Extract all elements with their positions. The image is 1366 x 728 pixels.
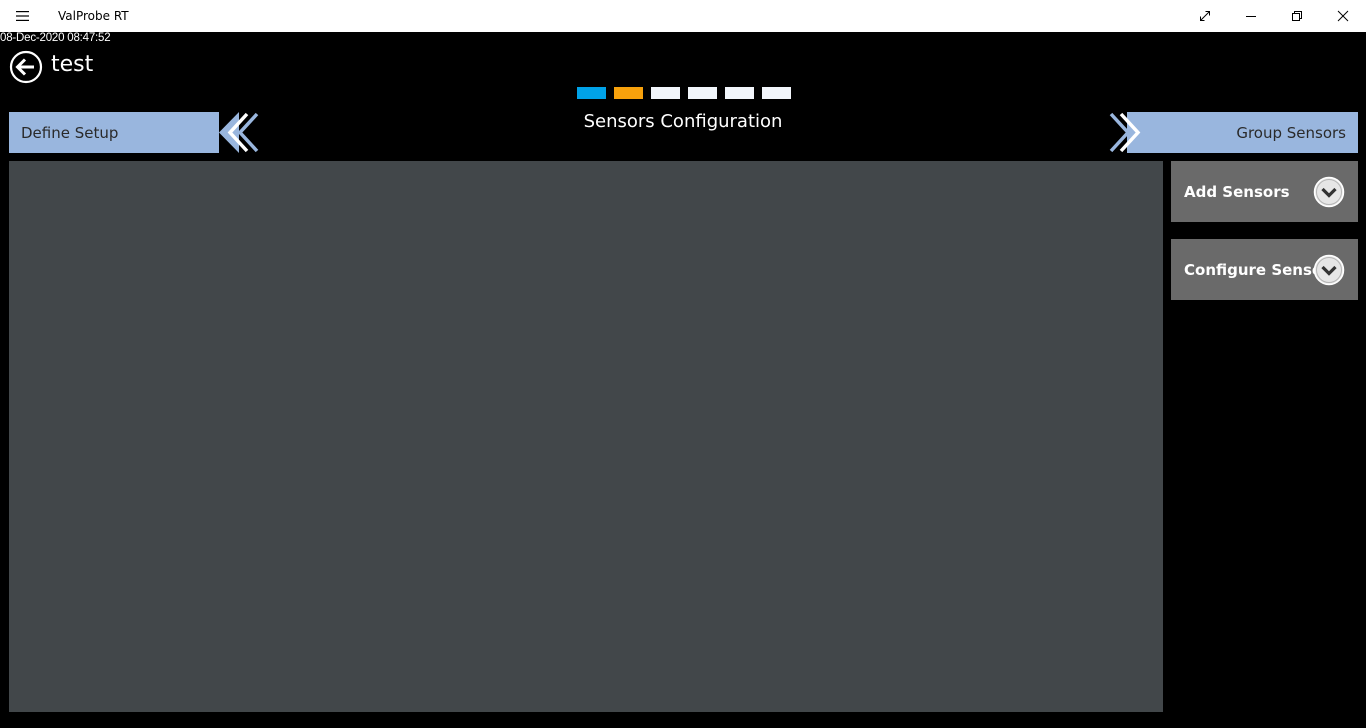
hamburger-menu-icon[interactable] (8, 4, 38, 28)
previous-step-button[interactable]: Define Setup (9, 112, 259, 153)
sensors-workspace-panel (9, 161, 1163, 712)
minimize-button[interactable] (1228, 0, 1274, 32)
section-title: Sensors Configuration (583, 111, 783, 132)
chevron-down-circle-icon[interactable] (1313, 176, 1345, 208)
wizard-step-6 (762, 87, 791, 99)
wizard-step-1 (577, 87, 606, 99)
configure-sensors-panel[interactable]: Configure Sensors (1171, 239, 1358, 300)
restore-button[interactable] (1274, 0, 1320, 32)
timestamp: 08-Dec-2020 08:47:52 (0, 32, 111, 44)
wizard-step-4 (688, 87, 717, 99)
add-sensors-label: Add Sensors (1184, 183, 1290, 201)
chevron-down-circle-icon[interactable] (1313, 254, 1345, 286)
title-bar: ValProbe RT (0, 0, 1366, 32)
app-title: ValProbe RT (58, 9, 129, 23)
previous-step-label: Define Setup (21, 124, 119, 142)
next-step-button[interactable]: Group Sensors (1109, 112, 1358, 153)
fullscreen-button[interactable] (1182, 0, 1228, 32)
close-button[interactable] (1320, 0, 1366, 32)
minimize-icon (1246, 16, 1256, 17)
wizard-step-3 (651, 87, 680, 99)
expand-icon (1200, 11, 1210, 21)
wizard-step-5 (725, 87, 754, 99)
wizard-step-indicator (577, 87, 791, 99)
wizard-step-2 (614, 87, 643, 99)
close-icon (1337, 10, 1349, 22)
double-chevron-right-icon (1109, 112, 1149, 153)
back-arrow-icon (9, 50, 43, 84)
page-title: test (51, 52, 94, 77)
double-chevron-left-icon (219, 112, 259, 153)
add-sensors-panel[interactable]: Add Sensors (1171, 161, 1358, 222)
restore-icon (1292, 11, 1302, 21)
next-step-label: Group Sensors (1236, 124, 1346, 142)
back-button[interactable] (9, 50, 43, 84)
